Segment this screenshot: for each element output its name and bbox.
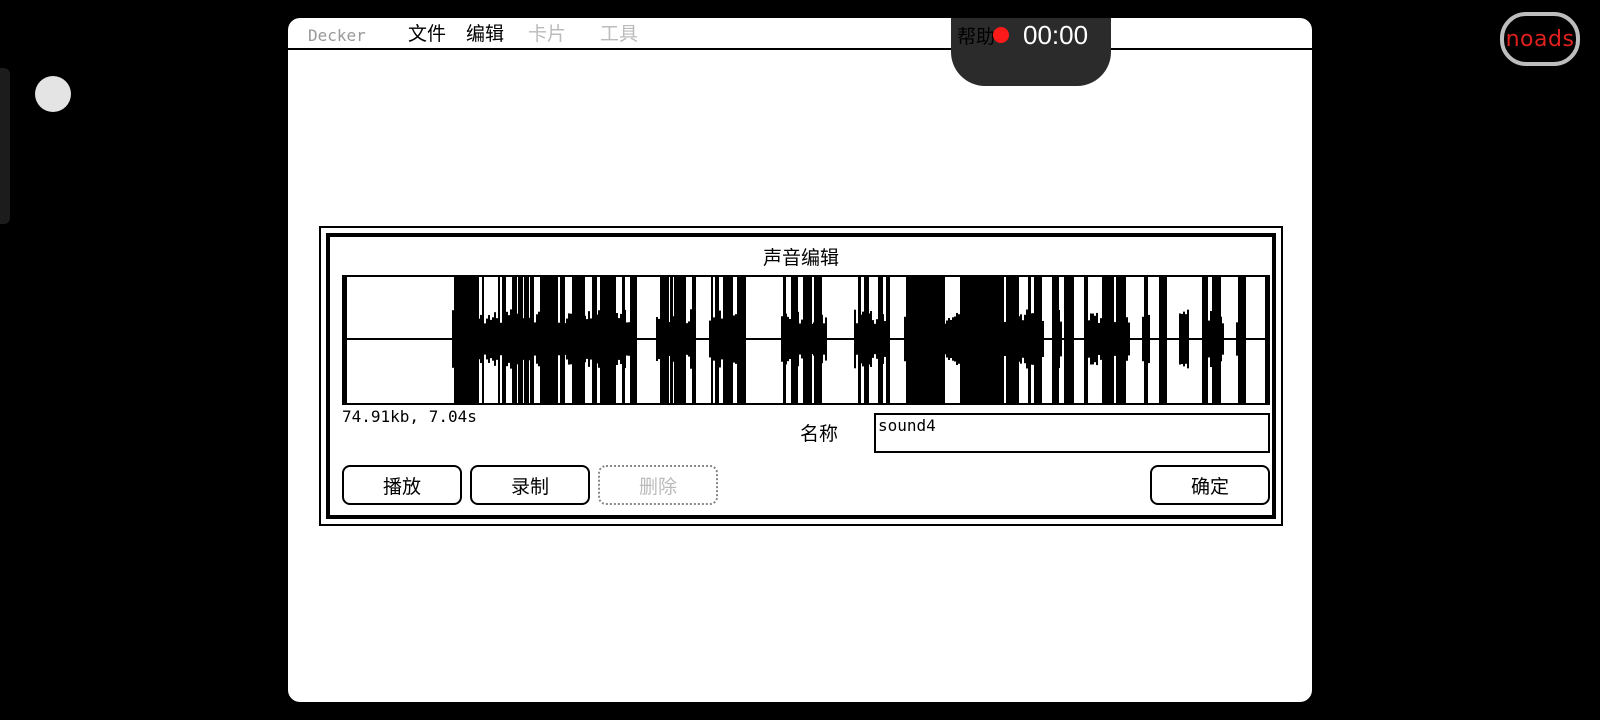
app-screen: Decker 文件 编辑 卡片 工具 帮助 00:00 声音编辑 74.91kb… [288,18,1312,702]
menu-edit[interactable]: 编辑 [466,22,504,46]
record-button[interactable]: 录制 [470,465,590,505]
floating-assist-button[interactable] [35,76,71,112]
app-menu-title[interactable]: Decker [308,24,366,48]
delete-button[interactable]: 删除 [598,465,718,505]
edge-panel-handle[interactable] [0,68,10,224]
sound-editor-dialog: 声音编辑 74.91kb, 7.04s 名称 sound4 播放 录制 删除 确… [319,226,1283,526]
record-timer: 00:00 [1023,20,1089,50]
menu-tools[interactable]: 工具 [600,22,638,46]
ok-button-label: 确定 [1190,475,1229,498]
name-label: 名称 [800,423,839,445]
noads-label: noads [1505,26,1575,52]
waveform-graphic [344,277,1268,403]
delete-button-label: 删除 [638,475,677,498]
ok-button[interactable]: 确定 [1150,465,1270,505]
screen-recorder-pill[interactable]: 帮助 00:00 [951,18,1111,86]
menu-card[interactable]: 卡片 [528,22,566,46]
play-button-label: 播放 [382,475,421,498]
name-field[interactable]: sound4 [874,413,1270,453]
record-button-label: 录制 [510,475,549,498]
noads-badge[interactable]: noads [1500,12,1580,66]
play-button[interactable]: 播放 [342,465,462,505]
record-dot-icon [993,27,1009,43]
menu-file[interactable]: 文件 [408,22,446,46]
menu-bar: Decker 文件 编辑 卡片 工具 [288,18,1312,50]
menu-help[interactable]: 帮助 [957,22,995,49]
dialog-title: 声音编辑 [762,247,839,269]
dialog-frame: 声音编辑 74.91kb, 7.04s 名称 sound4 播放 录制 删除 确… [326,233,1276,519]
waveform-display[interactable] [342,275,1270,405]
sound-info: 74.91kb, 7.04s [342,407,477,426]
